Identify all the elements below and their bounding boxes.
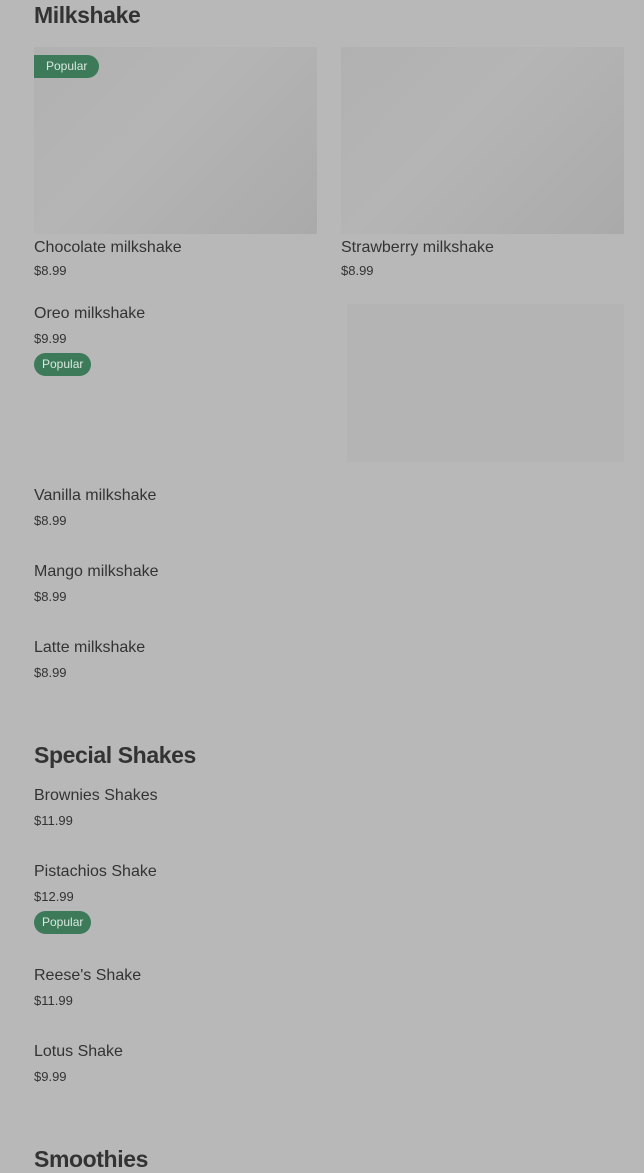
item-name: Lotus Shake [34, 1043, 123, 1060]
item-price: $8.99 [341, 263, 374, 278]
item-price: $8.99 [34, 263, 67, 278]
item-name: Chocolate milkshake [34, 239, 182, 256]
item-name: Oreo milkshake [34, 305, 146, 322]
section-title-smoothies: Smoothies [34, 1146, 148, 1172]
item-name: Pistachios Shake [34, 863, 157, 880]
item-price: $12.99 [34, 889, 74, 904]
item-price: $9.99 [34, 1069, 67, 1084]
item-name: Latte milkshake [34, 639, 146, 656]
item-name: Reese's Shake [34, 967, 142, 984]
image-placeholder-panel [347, 304, 624, 462]
product-image[interactable] [341, 47, 624, 234]
popular-badge: Popular [34, 55, 100, 78]
item-price: $8.99 [34, 589, 67, 604]
item-price: $11.99 [34, 813, 73, 828]
item-price: $11.99 [34, 993, 73, 1008]
section-title-special-shakes: Special Shakes [34, 742, 196, 768]
item-price: $9.99 [34, 331, 67, 346]
item-price: $8.99 [34, 665, 67, 680]
popular-badge: Popular [34, 353, 92, 376]
popular-badge: Popular [34, 911, 92, 934]
item-name: Brownies Shakes [34, 787, 158, 804]
item-name: Strawberry milkshake [341, 239, 494, 256]
item-name: Mango milkshake [34, 563, 159, 580]
item-name: Vanilla milkshake [34, 487, 157, 504]
section-title-milkshake: Milkshake [34, 2, 141, 28]
item-price: $8.99 [34, 513, 67, 528]
